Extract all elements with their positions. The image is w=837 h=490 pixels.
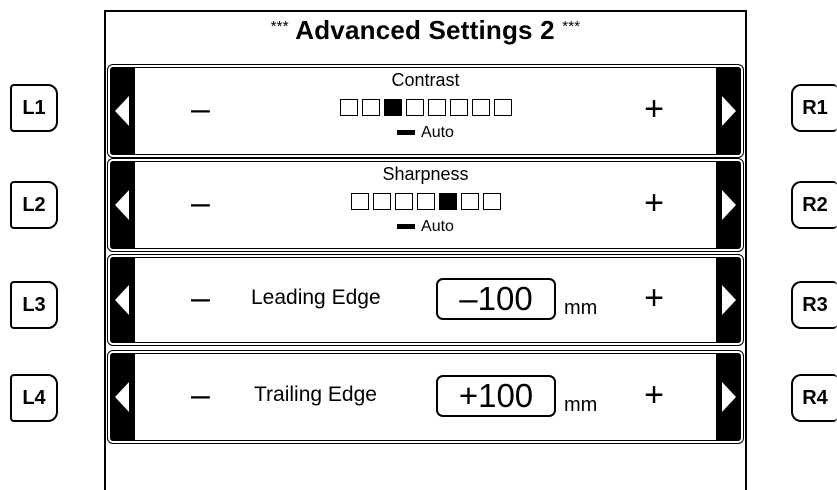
contrast-plus[interactable]: + — [644, 92, 664, 126]
contrast-level-step-4[interactable] — [405, 99, 424, 116]
title-text: Advanced Settings 2 — [295, 15, 555, 45]
right-arrow-icon — [722, 382, 736, 412]
trailing-edge-plus[interactable]: + — [644, 378, 664, 412]
contrast-level-step-3[interactable] — [383, 99, 402, 116]
auto-indicator-bar — [397, 224, 416, 230]
leading-edge-increase-arrow[interactable] — [716, 258, 740, 342]
sharpness-level-step-4[interactable] — [416, 193, 435, 210]
leading-edge-minus[interactable]: – — [191, 281, 210, 315]
left-arrow-icon — [115, 285, 129, 315]
trailing-edge-decrease-arrow[interactable] — [111, 354, 135, 440]
leading-edge-unit: mm — [564, 297, 598, 319]
sharpness-level-step-6[interactable] — [460, 193, 479, 210]
sharpness-level-step-7[interactable] — [482, 193, 501, 210]
contrast-auto-label: Auto — [421, 124, 454, 141]
trailing-edge-increase-arrow[interactable] — [716, 354, 740, 440]
trailing-edge-label: Trailing Edge — [254, 383, 377, 406]
leading-edge-value: –100 — [436, 278, 556, 320]
sharpness-plus[interactable]: + — [644, 186, 664, 220]
trailing-edge-unit: mm — [564, 394, 598, 416]
auto-indicator-bar — [397, 130, 416, 136]
trailing-edge-value: +100 — [436, 375, 556, 417]
l1-button[interactable]: L1 — [10, 84, 58, 132]
leading-edge-decrease-arrow[interactable] — [111, 258, 135, 342]
contrast-level-step-6[interactable] — [449, 99, 468, 116]
leading-edge-row: – Leading Edge –100 mm + — [107, 254, 744, 346]
sharpness-level-step-3[interactable] — [394, 193, 413, 210]
title-stars-left: *** — [270, 18, 289, 35]
contrast-level-step-8[interactable] — [493, 99, 512, 116]
contrast-level-step-5[interactable] — [427, 99, 446, 116]
sharpness-auto-label: Auto — [421, 218, 454, 235]
left-arrow-icon — [115, 382, 129, 412]
sharpness-level-step-1[interactable] — [350, 193, 369, 210]
sharpness-row: – Sharpness Auto + — [107, 158, 744, 252]
l4-button[interactable]: L4 — [10, 374, 58, 422]
sharpness-label: Sharpness — [382, 164, 469, 184]
contrast-label: Contrast — [391, 70, 460, 90]
r4-button[interactable]: R4 — [791, 374, 837, 422]
right-arrow-icon — [722, 285, 736, 315]
r1-button[interactable]: R1 — [791, 84, 837, 132]
leading-edge-plus[interactable]: + — [644, 281, 664, 315]
l3-button[interactable]: L3 — [10, 281, 58, 329]
sharpness-level-step-5[interactable] — [438, 193, 457, 210]
contrast-row: – Contrast Auto + — [107, 64, 744, 158]
contrast-level-step-1[interactable] — [339, 99, 358, 116]
r3-button[interactable]: R3 — [791, 281, 837, 329]
leading-edge-label: Leading Edge — [251, 286, 381, 309]
contrast-level-step-2[interactable] — [361, 99, 380, 116]
sharpness-level-step-2[interactable] — [372, 193, 391, 210]
page-title: *** Advanced Settings 2 *** — [104, 15, 747, 46]
r2-button[interactable]: R2 — [791, 181, 837, 229]
l2-button[interactable]: L2 — [10, 181, 58, 229]
trailing-edge-minus[interactable]: – — [191, 378, 210, 412]
contrast-level-step-7[interactable] — [471, 99, 490, 116]
trailing-edge-row: – Trailing Edge +100 mm + — [107, 350, 744, 444]
title-stars-right: *** — [562, 18, 581, 35]
